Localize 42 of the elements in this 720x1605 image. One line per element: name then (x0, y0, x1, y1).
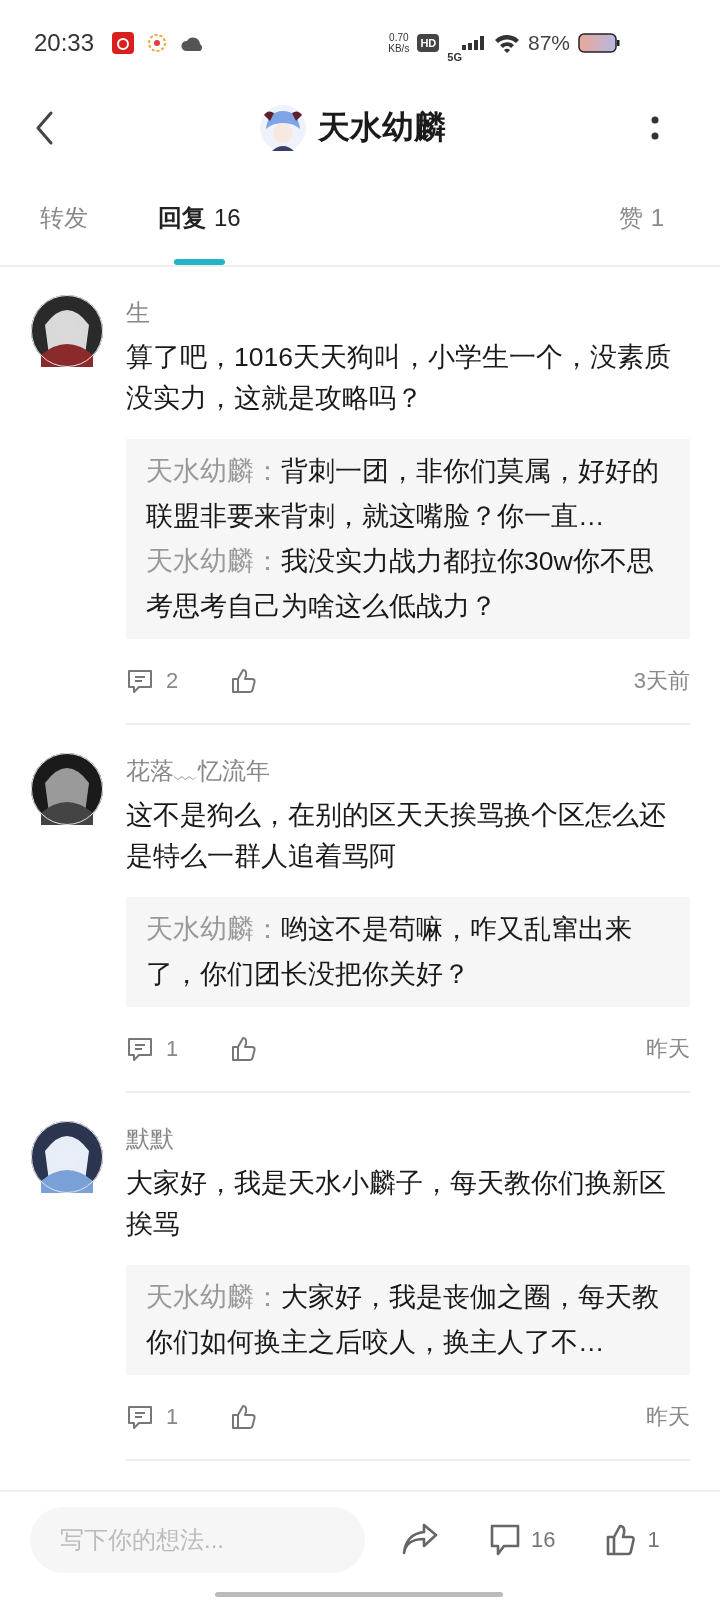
reply-text: 天水幼麟：背刺一团，非你们莫属，好好的联盟非要来背刺，就这嘴脸？你一直… (146, 455, 660, 533)
network-speed: 0.70 (389, 31, 409, 43)
reply-count: 2 (166, 668, 180, 694)
comment-text: 算了吧，1016天天狗叫，小学生一个，没素质没实力，这就是攻略吗？ (126, 341, 672, 415)
battery-percent: 87% (527, 30, 570, 55)
reply-count: 1 (166, 1404, 180, 1430)
comment-icon[interactable] (489, 1522, 521, 1557)
speed-unit: KB/s (388, 42, 410, 54)
hd-badge: HD (417, 33, 440, 52)
tab[interactable]: 赞 1 (618, 170, 664, 265)
thumbs-up-icon[interactable] (230, 667, 258, 695)
status-time: 20:33 (34, 28, 95, 57)
page-title: 天水幼麟 (317, 107, 446, 147)
comment-time: 3天前 (633, 667, 690, 695)
reply-text: 天水幼麟：哟这不是苟嘛，咋又乱窜出来了，你们团长没把你关好？ (146, 913, 633, 991)
comment-text: 大家好，我是天水小麟子，每天教你们换新区挨骂 (126, 1167, 667, 1241)
comment-icon[interactable] (126, 1035, 154, 1063)
app-icon (146, 31, 169, 54)
comment-author[interactable]: 花落﹏忆流年 (126, 753, 690, 789)
wifi-icon (493, 32, 520, 53)
comment-input-field[interactable]: 写下你的想法... (30, 1506, 365, 1573)
battery-icon (578, 31, 620, 54)
comment-time: 昨天 (646, 1403, 690, 1431)
thumbs-up-icon[interactable] (230, 1403, 258, 1431)
comment-text: 这不是狗么，在别的区天天挨骂换个区怎么还是特么一群人追着骂阿 (126, 799, 667, 873)
network-type: 5G (447, 50, 462, 63)
comment-author[interactable]: 生 (126, 295, 690, 331)
signal-icon (461, 35, 486, 50)
comment-time: 昨天 (646, 1035, 690, 1063)
thumbs-up-icon[interactable] (605, 1522, 638, 1557)
tab[interactable]: 回复 16 (158, 170, 241, 265)
thumbs-up-icon[interactable] (230, 1035, 258, 1063)
share-icon[interactable] (401, 1522, 439, 1557)
comment-icon[interactable] (126, 667, 154, 695)
comment-icon[interactable] (126, 1403, 154, 1431)
reply-count: 1 (166, 1036, 180, 1062)
tab[interactable]: 转发 (40, 170, 88, 265)
comment-count: 16 (531, 1526, 556, 1553)
reply-text: 天水幼麟：我没实力战力都拉你30w你不思考思考自己为啥这么低战力？ (146, 545, 655, 623)
like-count: 1 (647, 1526, 660, 1553)
reply-text: 天水幼麟：大家好，我是丧伽之圈，每天教你们如何换主之后咬人，换主人了不… (146, 1281, 660, 1359)
comment-author[interactable]: 默默 (126, 1121, 690, 1157)
